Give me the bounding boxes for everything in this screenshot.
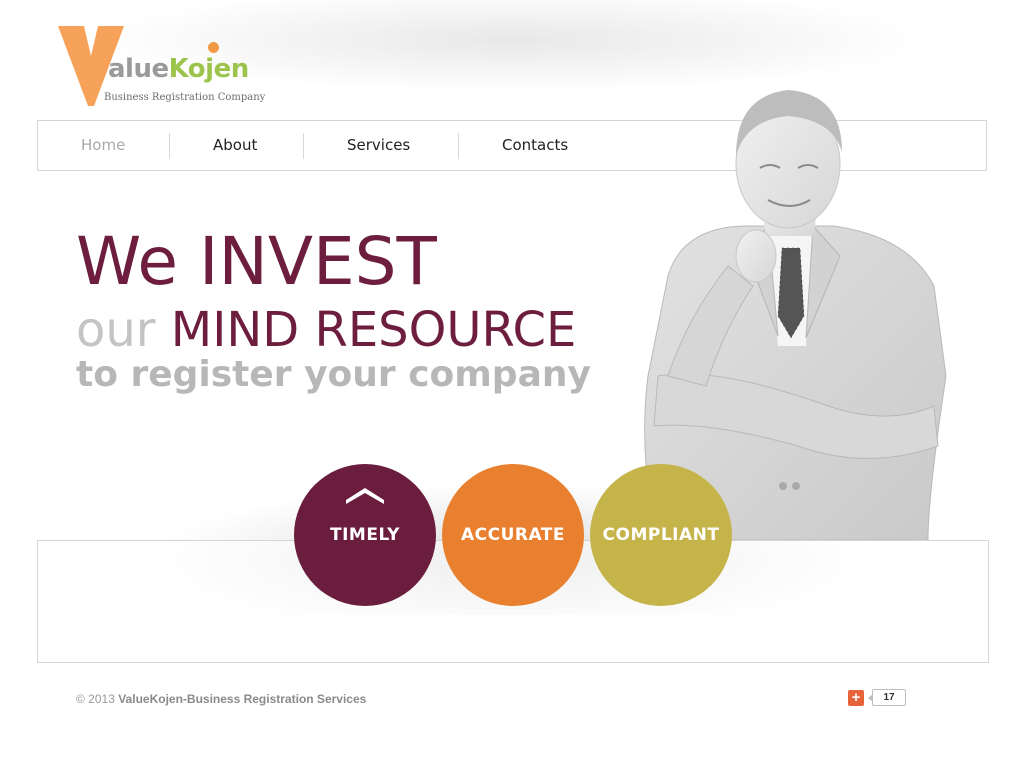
nav-divider [169, 133, 170, 159]
accurate-circle-button[interactable]: ACCURATE [442, 464, 584, 606]
logo-word-part2: Kojen [168, 54, 250, 84]
hero-line-1: We INVEST [76, 223, 437, 300]
accurate-label: ACCURATE [460, 525, 566, 545]
compliant-label: COMPLIANT [602, 525, 720, 545]
plus-share-icon[interactable]: + [848, 690, 864, 706]
share-count-badge: 17 [868, 689, 906, 706]
logo-dot [208, 42, 219, 53]
nav-home[interactable]: Home [81, 121, 125, 170]
timely-label: TIMELY [330, 525, 400, 545]
timely-circle-button[interactable]: TIMELY [294, 464, 436, 606]
logo-word-part1: alue [108, 54, 169, 84]
footer-copyright: © 2013 ValueKojen-Business Registration … [76, 692, 366, 706]
logo[interactable]: alueKojen Business Registration Company [58, 26, 268, 110]
nav-divider [458, 133, 459, 159]
content-panel-bottom [37, 615, 989, 663]
copyright-year: © 2013 [76, 692, 115, 706]
footer-site-name: ValueKojen-Business Registration Service… [118, 692, 367, 706]
nav-about[interactable]: About [213, 121, 257, 170]
logo-wordmark: alueKojen [108, 54, 249, 84]
nav-contacts[interactable]: Contacts [502, 121, 568, 170]
logo-tagline: Business Registration Company [104, 92, 266, 103]
nav-divider [303, 133, 304, 159]
hero-line-3: to register your company [76, 354, 591, 395]
compliant-circle-button[interactable]: COMPLIANT [590, 464, 732, 606]
hero-line-2-prefix: our [76, 302, 171, 358]
hero-line-2: our MIND RESOURCE [76, 302, 576, 358]
hero-line-2-emphasis: MIND RESOURCE [170, 302, 577, 358]
page: alueKojen Business Registration Company … [0, 0, 1024, 768]
nav-services[interactable]: Services [347, 121, 410, 170]
chevron-up-icon [346, 488, 384, 504]
